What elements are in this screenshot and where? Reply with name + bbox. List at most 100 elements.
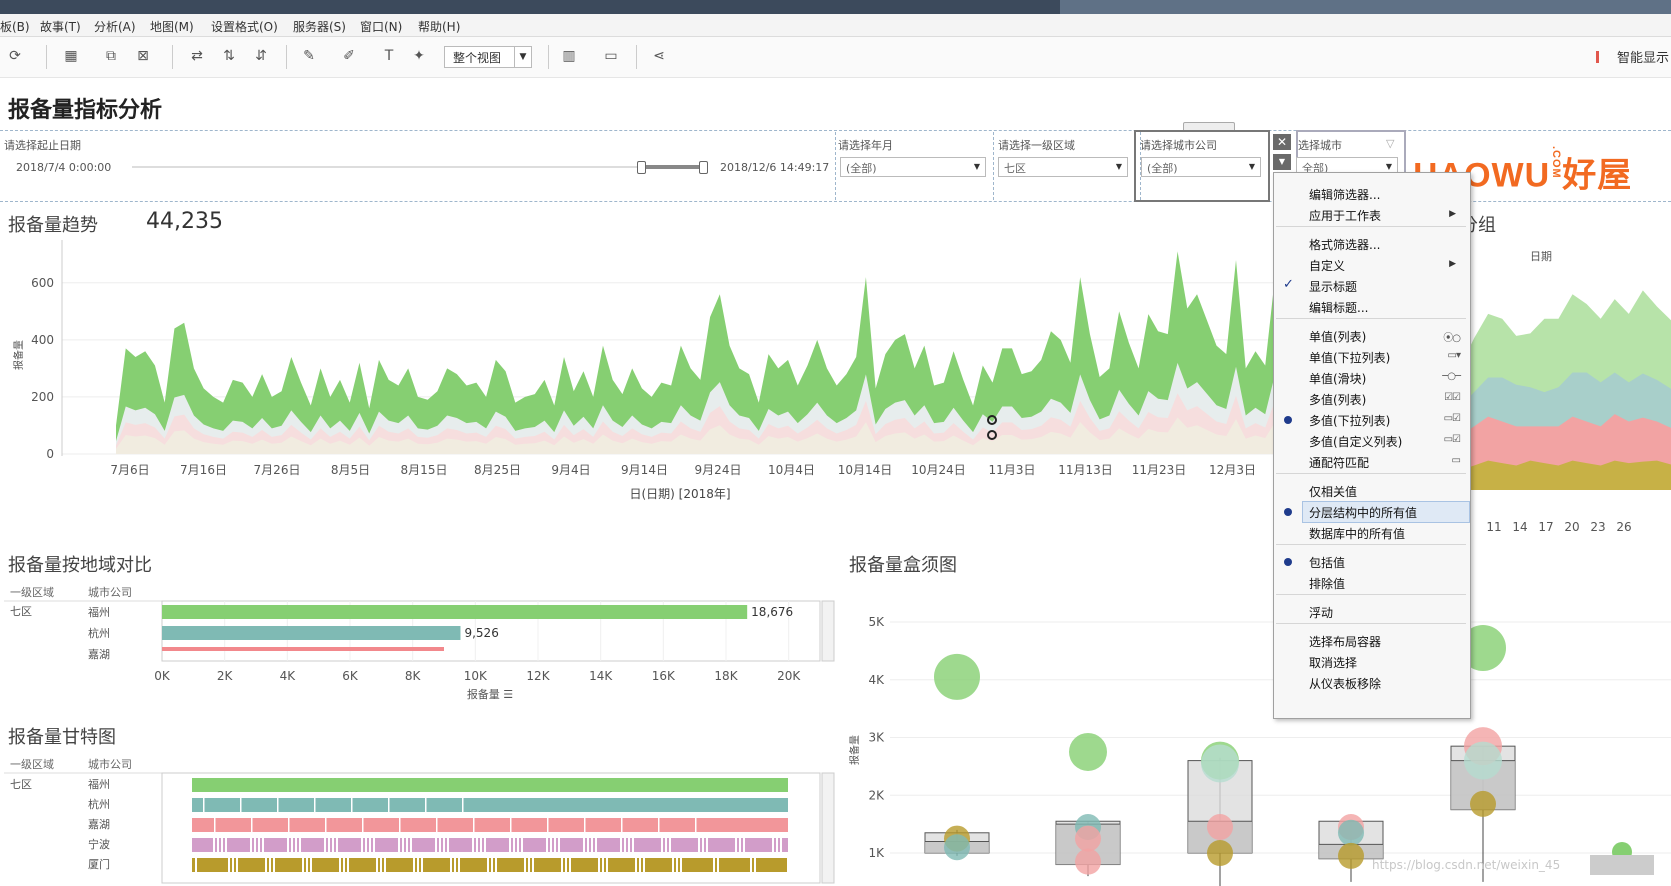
gantt-gap bbox=[310, 858, 312, 872]
gantt-gap bbox=[550, 838, 552, 852]
bar-value-label: 18,676 bbox=[751, 605, 793, 619]
menu-story[interactable]: 故事(T) bbox=[40, 18, 81, 35]
menu-item[interactable]: 包括值 bbox=[1309, 554, 1345, 571]
menu-window[interactable]: 窗口(N) bbox=[360, 18, 402, 35]
presentation-icon[interactable]: ▭ bbox=[602, 47, 620, 65]
y-tick-label: 5K bbox=[868, 615, 885, 629]
share-icon[interactable]: ⋖ bbox=[650, 47, 668, 65]
gantt-gap bbox=[591, 838, 593, 852]
bar-chart-icon[interactable]: ▥ bbox=[560, 47, 578, 65]
gantt-gap bbox=[680, 858, 682, 872]
menu-help[interactable]: 帮助(H) bbox=[418, 18, 460, 35]
menu-item[interactable]: 浮动 bbox=[1309, 604, 1333, 621]
gantt-gap bbox=[484, 838, 486, 852]
menu-item[interactable]: 单值(下拉列表) bbox=[1309, 349, 1390, 366]
x-tick-label: 9月24日 bbox=[695, 463, 742, 477]
clear-sheet-icon[interactable]: ⊠ bbox=[134, 47, 152, 65]
fit-view-select[interactable]: 整个视图 ▼ bbox=[444, 46, 532, 68]
pin-icon[interactable]: ✦ bbox=[410, 47, 428, 65]
menu-map[interactable]: 地图(M) bbox=[150, 18, 194, 35]
gantt-gap bbox=[495, 858, 497, 872]
menu-item[interactable]: 编辑标题... bbox=[1309, 299, 1368, 316]
gantt-gap bbox=[658, 818, 660, 832]
gantt-gap bbox=[288, 818, 290, 832]
menu-item[interactable]: 格式筛选器... bbox=[1309, 236, 1380, 253]
city-label: 福州 bbox=[88, 777, 110, 791]
text-box-icon[interactable]: T bbox=[380, 47, 398, 65]
gantt-gap bbox=[735, 838, 737, 852]
menu-format[interactable]: 设置格式(O) bbox=[211, 18, 278, 35]
region-bar-chart[interactable]: 一级区域 城市公司七区 福州 18,676 杭州 9,526 嘉湖 0K 2K 4K 6K 8K 10K… bbox=[0, 585, 840, 700]
close-icon[interactable]: ✕ bbox=[1273, 134, 1291, 150]
menu-item[interactable]: 通配符匹配 bbox=[1309, 454, 1369, 471]
duplicate-icon[interactable]: ⧉ bbox=[102, 47, 120, 65]
gantt-gap bbox=[713, 858, 715, 872]
region-select[interactable]: 七区 ▼ bbox=[998, 157, 1128, 177]
filter-mode-icon: ☑☑ bbox=[1444, 392, 1461, 403]
menu-item[interactable]: 从仪表板移除 bbox=[1309, 675, 1381, 692]
swap-icon[interactable]: ⇄ bbox=[188, 47, 206, 65]
gantt-chart[interactable]: 一级区域 城市公司七区 福州杭州嘉湖宁波厦门 bbox=[0, 757, 840, 886]
x-tick-label: 10月4日 bbox=[768, 463, 815, 477]
menu-item[interactable]: 排除值 bbox=[1309, 575, 1345, 592]
gantt-gap bbox=[217, 838, 219, 852]
menu-item[interactable]: 单值(滑块) bbox=[1309, 370, 1366, 387]
bar-value-label: 9,526 bbox=[464, 626, 498, 640]
year-month-select[interactable]: (全部) ▼ bbox=[840, 157, 986, 177]
x-tick-label: 7月6日 bbox=[110, 463, 149, 477]
menu-item[interactable]: 选择布局容器 bbox=[1309, 633, 1381, 650]
gantt-gap bbox=[643, 858, 645, 872]
group-area-chart[interactable]: 8111417202326 bbox=[1460, 260, 1671, 535]
menu-item[interactable]: 多值(下拉列表) bbox=[1309, 412, 1390, 429]
gantt-gap bbox=[265, 858, 267, 872]
y-axis-title: 报备量 bbox=[12, 340, 25, 370]
box-data-point bbox=[1075, 848, 1101, 875]
menu-separator bbox=[1276, 594, 1466, 595]
date-slider-end-handle[interactable] bbox=[699, 161, 708, 174]
menu-item[interactable]: 仅相关值 bbox=[1309, 483, 1357, 500]
show-me-button[interactable]: 智能显示 bbox=[1596, 47, 1669, 66]
gantt-gap bbox=[473, 818, 475, 832]
new-worksheet-icon[interactable]: ▦ bbox=[62, 47, 80, 65]
menu-item[interactable]: 显示标题 bbox=[1309, 278, 1357, 295]
city-company-select[interactable]: (全部) ▼ bbox=[1141, 157, 1261, 177]
gantt-gap bbox=[528, 858, 530, 872]
boxplot-chart[interactable]: 1K 2K 3K 4K 5K 报备量 bbox=[840, 590, 1671, 886]
menu-item[interactable]: 编辑筛选器... bbox=[1309, 186, 1380, 203]
gantt-gap bbox=[343, 858, 345, 872]
y-tick-label: 200 bbox=[31, 390, 54, 404]
year-month-filter-label: 请选择年月 bbox=[838, 139, 893, 152]
date-slider-track[interactable] bbox=[132, 166, 702, 168]
menu-item[interactable]: 数据库中的所有值 bbox=[1309, 525, 1405, 542]
gantt-gap bbox=[569, 858, 571, 872]
menu-analysis[interactable]: 分析(A) bbox=[94, 18, 136, 35]
gantt-gap bbox=[225, 838, 227, 852]
trend-total: 44,235 bbox=[146, 209, 223, 234]
menu-item[interactable]: 自定义 bbox=[1309, 257, 1345, 274]
menu-item[interactable]: 取消选择 bbox=[1309, 654, 1357, 671]
x-tick-label: 14K bbox=[589, 669, 613, 683]
menu-item[interactable]: 应用于工作表 bbox=[1309, 207, 1381, 224]
refresh-icon[interactable]: ⟳ bbox=[6, 47, 24, 65]
menu-dashboard[interactable]: 板(B) bbox=[0, 18, 30, 35]
sort-ascending-icon[interactable]: ⇅ bbox=[220, 47, 238, 65]
trend-area-chart[interactable]: 0 200 400 600 7月6日 7月16日 7月26日 8月5日 8月15日 8月25日 9月… bbox=[0, 240, 1460, 530]
filter-menu-dropdown-icon[interactable]: ▼ bbox=[1273, 154, 1291, 170]
gantt-gap bbox=[336, 838, 338, 852]
menu-item[interactable]: 多值(自定义列表) bbox=[1309, 433, 1402, 450]
row-header-region: 一级区域 bbox=[10, 586, 54, 599]
date-slider-start-handle[interactable] bbox=[637, 161, 646, 174]
menu-item[interactable]: 单值(列表) bbox=[1309, 328, 1366, 345]
funnel-icon[interactable]: ▽ bbox=[1386, 137, 1394, 150]
menu-server[interactable]: 服务器(S) bbox=[293, 18, 346, 35]
highlight-icon[interactable]: ✎ bbox=[300, 47, 318, 65]
menu-separator bbox=[1276, 623, 1466, 624]
gantt-gap bbox=[447, 838, 449, 852]
annotate-icon[interactable]: ✐ bbox=[340, 47, 358, 65]
gantt-bar bbox=[192, 798, 788, 812]
menu-bar: 板(B) 故事(T) 分析(A) 地图(M) 设置格式(O) 服务器(S) 窗口… bbox=[0, 14, 1671, 37]
menu-item[interactable]: 多值(列表) bbox=[1309, 391, 1366, 408]
sort-descending-icon[interactable]: ⇵ bbox=[252, 47, 270, 65]
filter-mode-icon: ▭▾ bbox=[1447, 350, 1462, 361]
menu-item[interactable]: 分层结构中的所有值 bbox=[1309, 504, 1417, 521]
